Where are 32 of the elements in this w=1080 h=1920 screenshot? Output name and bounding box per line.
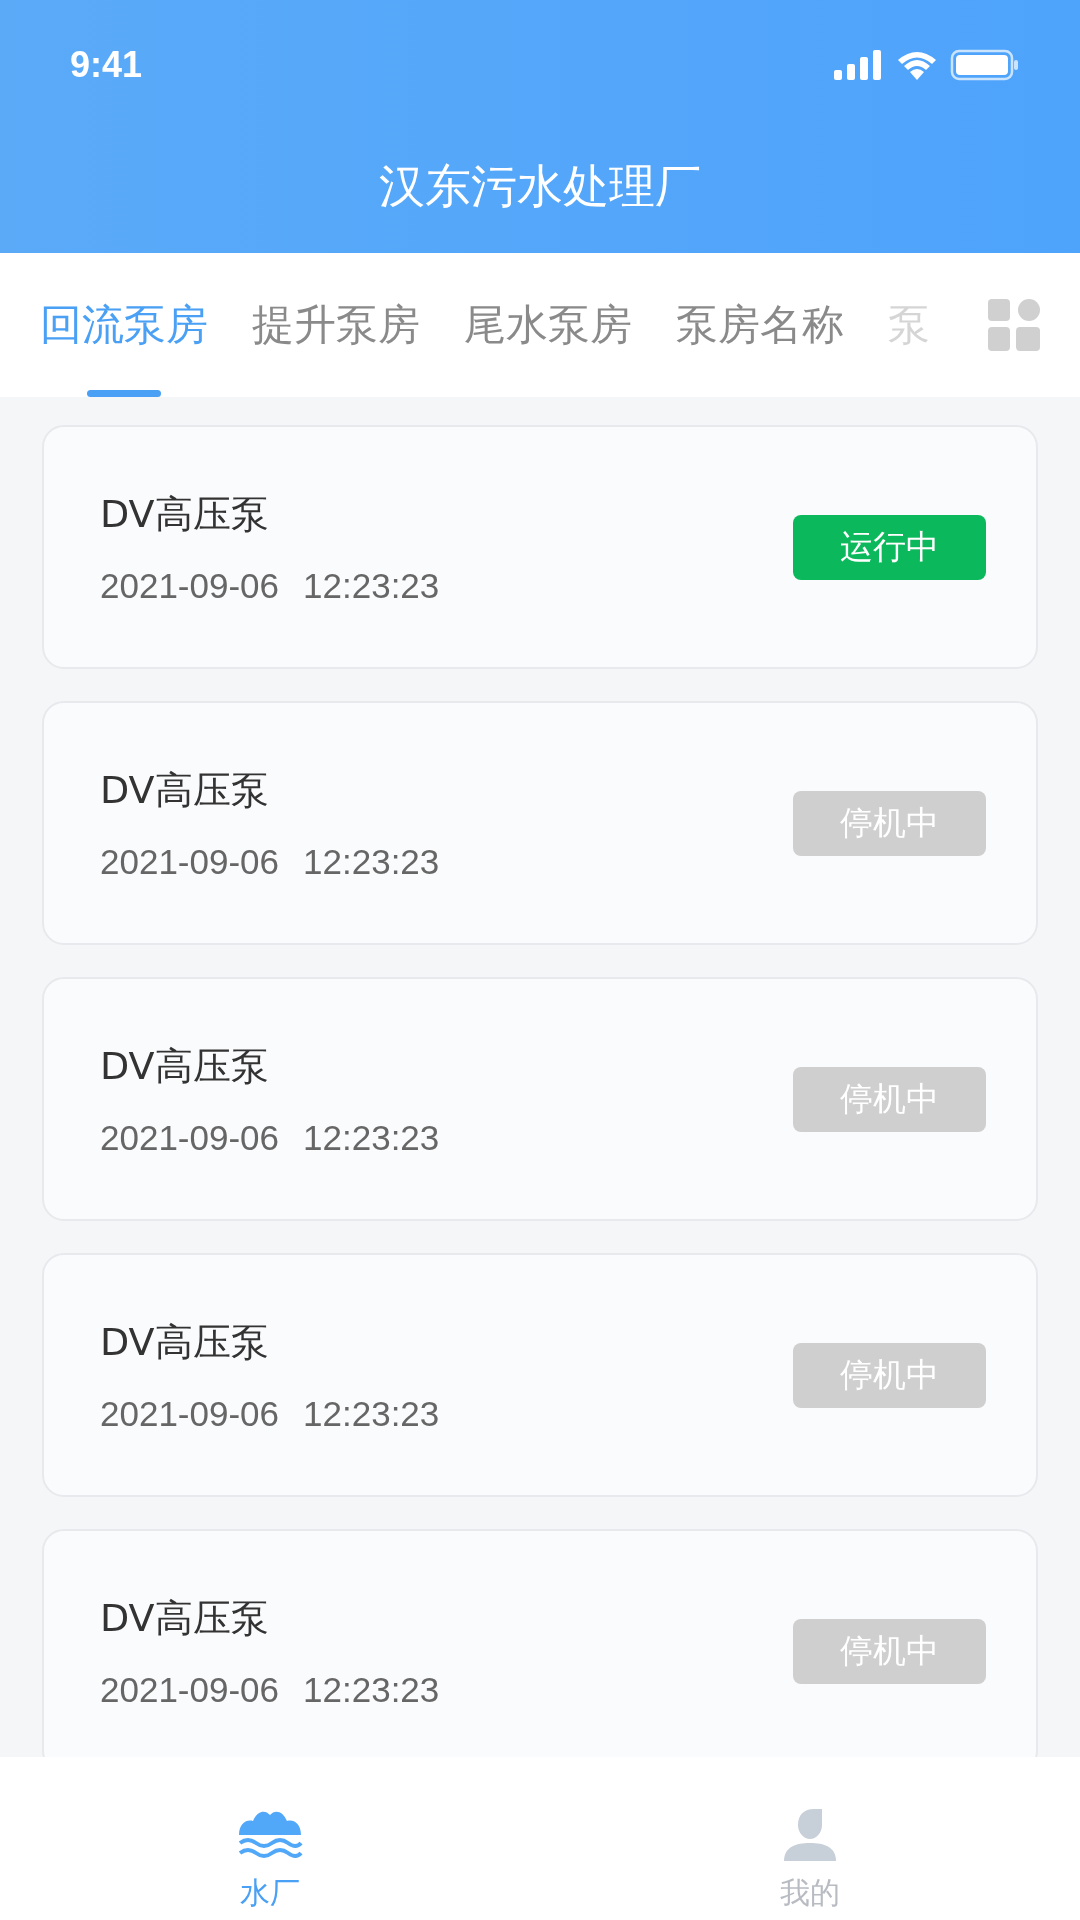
tab[interactable]: 尾水泵房: [464, 253, 632, 397]
wifi-icon: [896, 50, 938, 80]
pump-time: 12:23:23: [303, 1393, 440, 1434]
signal-icon: [834, 50, 884, 80]
pump-date: 2021-09-06: [100, 841, 280, 882]
pump-card[interactable]: DV高压泵 2021-09-06 12:23:23 运行中: [42, 425, 1038, 669]
status-badge: 运行中: [793, 514, 986, 580]
pump-name: DV高压泵: [100, 490, 270, 538]
pump-date: 2021-09-06: [100, 1669, 280, 1710]
pump-name: DV高压泵: [100, 1594, 270, 1642]
nav-item[interactable]: 我的: [540, 1757, 1080, 1920]
pump-date: 2021-09-06: [100, 1393, 280, 1434]
pump-date: 2021-09-06: [100, 1117, 280, 1158]
user-icon: [782, 1807, 838, 1863]
nav-item[interactable]: 水厂: [0, 1757, 540, 1920]
pump-time: 12:23:23: [303, 1669, 440, 1710]
battery-icon: [950, 49, 1020, 81]
pump-name: DV高压泵: [100, 1042, 270, 1090]
pump-date: 2021-09-06: [100, 565, 280, 606]
tab[interactable]: 提升泵房: [252, 253, 420, 397]
tab[interactable]: 回流泵房: [40, 253, 208, 397]
pump-time: 12:23:23: [303, 1117, 440, 1158]
pump-name: DV高压泵: [100, 766, 270, 814]
pump-time: 12:23:23: [303, 565, 440, 606]
nav-label: 我的: [780, 1874, 840, 1912]
status-time: 9:41: [70, 44, 143, 86]
pump-time: 12:23:23: [303, 841, 440, 882]
tab[interactable]: 泵房名称: [676, 253, 844, 397]
page-title: 汉东污水处理厂: [379, 157, 701, 215]
nav-label: 水厂: [240, 1874, 300, 1912]
pump-name: DV高压泵: [100, 1318, 270, 1366]
grid-icon[interactable]: [988, 299, 1040, 351]
